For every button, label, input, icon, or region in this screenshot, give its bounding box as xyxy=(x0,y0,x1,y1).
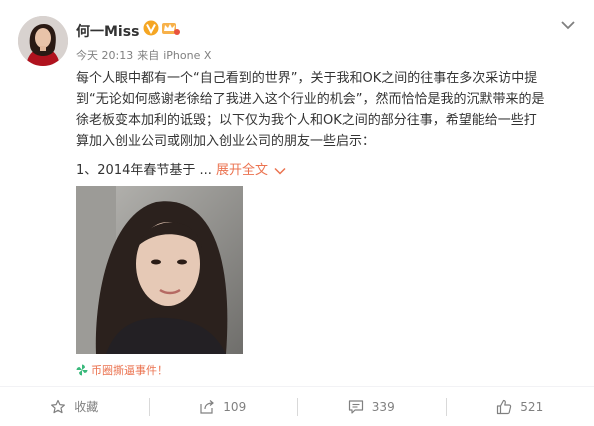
like-count: 521 xyxy=(520,399,544,414)
star-icon xyxy=(51,399,66,413)
post-truncated-line: 1、2014年春节基于 ... 展开全文 xyxy=(76,160,286,181)
verified-v-icon[interactable] xyxy=(143,20,159,36)
post-text-line: 徐老板变本加利的诋毁；以下仅为我个人和OK之间的部分往事，希望能给一些打 xyxy=(76,113,537,128)
post-text-line: 到“无论如何感谢老徐给了我进入这个行业的机会”，然而恰恰是我的沉默带来的是 xyxy=(76,92,545,107)
repost-count: 109 xyxy=(223,399,247,414)
vip-crown-icon[interactable] xyxy=(161,20,180,36)
comment-icon xyxy=(348,399,363,414)
expand-label: 展开全文 xyxy=(216,163,269,178)
topic-link[interactable]: 币圈撕逼事件！ xyxy=(76,362,168,378)
weibo-post-card: 何一Miss 今天 20:13 来自 iPhone X 每个人眼中都有一个“自己看到… xyxy=(0,0,594,426)
expand-full-text-link[interactable]: 展开全文 xyxy=(216,163,286,178)
like-button[interactable]: 521 xyxy=(445,387,594,426)
comment-button[interactable]: 339 xyxy=(297,387,446,426)
comment-count: 339 xyxy=(371,399,395,414)
thumbs-up-icon xyxy=(497,399,512,414)
post-source: iPhone X xyxy=(163,49,212,62)
user-name[interactable]: 何一Miss xyxy=(76,21,139,41)
avatar-image xyxy=(18,16,68,66)
post-text-line: 算加入创业公司或刚加入创业公司的朋友一些启示： xyxy=(76,134,376,149)
post-text-line: 每个人眼中都有一个“自己看到的世界”，关于我和OK之间的往事在多次采访中提 xyxy=(76,71,538,86)
action-bar: 收藏 109 339 521 xyxy=(0,386,594,426)
truncated-text: 1、2014年春节基于 ... xyxy=(76,163,212,178)
topic-label: 币圈撕逼事件！ xyxy=(91,364,168,377)
chevron-down-icon[interactable] xyxy=(560,19,576,31)
favorite-button[interactable]: 收藏 xyxy=(0,387,149,426)
topic-pinwheel-icon xyxy=(76,364,88,376)
post-photo[interactable] xyxy=(76,186,243,354)
post-meta: 今天 20:13 来自 iPhone X xyxy=(76,47,211,63)
repost-icon xyxy=(200,399,215,414)
post-text: 每个人眼中都有一个“自己看到的世界”，关于我和OK之间的往事在多次采访中提 到“… xyxy=(76,68,576,152)
repost-button[interactable]: 109 xyxy=(148,387,298,426)
chevron-down-icon xyxy=(274,167,286,175)
portrait-image xyxy=(76,186,243,354)
favorite-label: 收藏 xyxy=(74,400,99,414)
post-time[interactable]: 今天 20:13 xyxy=(76,49,133,62)
avatar[interactable] xyxy=(18,16,68,66)
source-prefix: 来自 xyxy=(137,49,160,62)
